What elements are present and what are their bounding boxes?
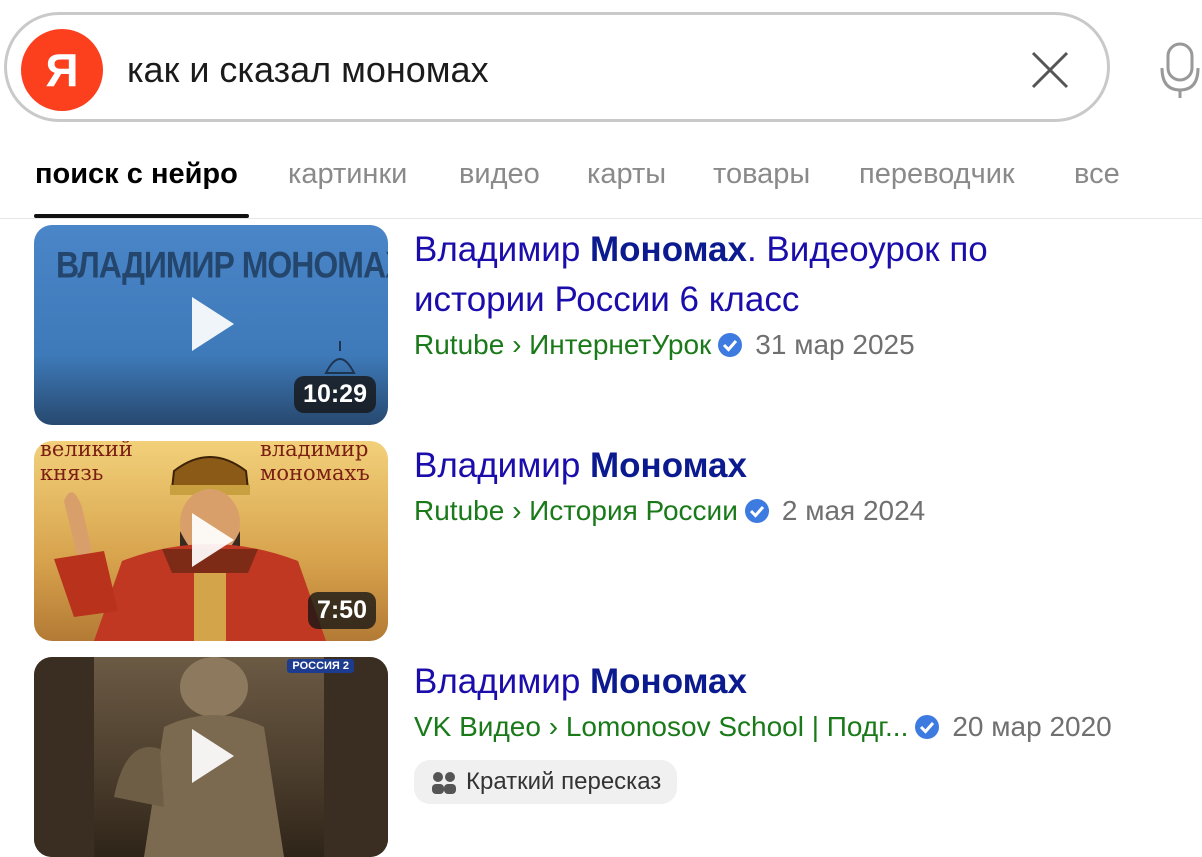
result-title-link[interactable]: Владимир Мономах — [414, 441, 1114, 491]
divider — [0, 218, 1202, 219]
play-icon — [192, 729, 234, 783]
summary-button[interactable]: Краткий пересказ — [414, 760, 678, 804]
tab-products[interactable]: товары — [713, 158, 810, 191]
source-link[interactable]: Rutube › ИнтернетУрок — [414, 329, 711, 361]
video-thumbnail[interactable]: ВЛАДИМИР МОНОМАХ 10:29 — [34, 225, 388, 425]
microphone-icon[interactable] — [1160, 40, 1202, 100]
result-title-link[interactable]: Владимир Мономах. Видеоурок по истории Р… — [414, 225, 1114, 325]
publish-date: 31 мар 2025 — [755, 329, 915, 360]
channel-badge: РОССИЯ 2 — [287, 659, 354, 673]
verified-icon — [915, 715, 940, 739]
play-icon — [192, 513, 234, 567]
video-duration: 10:29 — [294, 376, 376, 413]
search-tabs: поиск с нейро картинки видео карты товар… — [0, 150, 1202, 220]
search-input[interactable]: как и сказал мономах — [127, 49, 489, 91]
result-meta: Rutube › ИнтернетУрок 31 мар 2025 — [414, 329, 915, 361]
play-icon — [192, 297, 234, 351]
search-bar[interactable]: Я как и сказал мономах — [4, 12, 1110, 122]
tab-maps[interactable]: карты — [587, 158, 666, 191]
result-title-link[interactable]: Владимир Мономах — [414, 657, 1114, 707]
video-duration: 7:50 — [307, 592, 376, 629]
video-thumbnail[interactable]: РОССИЯ 2 — [34, 657, 388, 857]
tab-translator[interactable]: переводчик — [859, 158, 1015, 191]
publish-date: 2 мая 2024 — [781, 495, 926, 526]
verified-icon — [718, 333, 743, 357]
summary-label: Краткий пересказ — [466, 768, 662, 795]
people-icon — [432, 772, 456, 794]
source-link[interactable]: Rutube › История России — [414, 495, 738, 527]
source-link[interactable]: VK Видео › Lomonosov School | Подг... — [414, 711, 908, 743]
tab-all[interactable]: все — [1074, 158, 1120, 191]
tab-video[interactable]: видео — [459, 158, 540, 191]
clear-icon[interactable] — [1025, 45, 1075, 95]
dome-icon — [324, 341, 356, 374]
yandex-logo[interactable]: Я — [21, 29, 103, 111]
tab-neuro-search[interactable]: поиск с нейро — [35, 158, 238, 191]
tab-images[interactable]: картинки — [288, 158, 407, 191]
verified-icon — [744, 499, 769, 523]
thumbnail-caption: ВЛАДИМИР МОНОМАХ — [56, 244, 388, 286]
result-meta: VK Видео › Lomonosov School | Подг... 20… — [414, 711, 1112, 743]
video-thumbnail[interactable]: великий князь владимир мономахъ 7:50 — [34, 441, 388, 641]
result-meta: Rutube › История России 2 мая 2024 — [414, 495, 925, 527]
publish-date: 20 мар 2020 — [952, 711, 1112, 742]
